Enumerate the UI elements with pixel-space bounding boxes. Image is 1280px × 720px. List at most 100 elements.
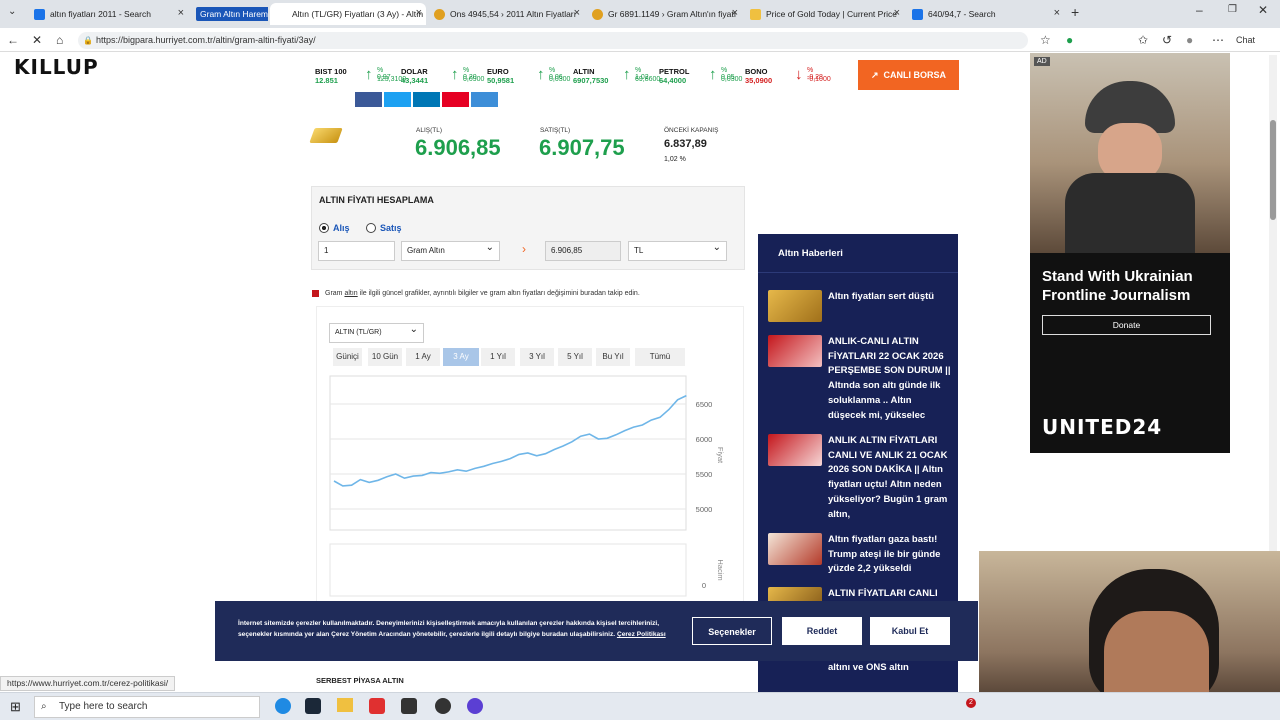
- accept-button[interactable]: Kabul Et: [870, 617, 950, 645]
- folder-icon[interactable]: [337, 698, 353, 712]
- chart-tab[interactable]: 5 Yıl: [558, 348, 592, 366]
- chart-instrument-select[interactable]: ALTIN (TL/GR): [329, 321, 424, 343]
- news-thumb[interactable]: [768, 290, 822, 322]
- news-item[interactable]: ANLIK-CANLI ALTIN FİYATLARI 22 OCAK 2026…: [828, 335, 952, 423]
- new-tab-icon[interactable]: +: [1071, 4, 1079, 20]
- edge-icon[interactable]: [275, 698, 291, 714]
- ticker-change: -0,1000: [807, 76, 831, 83]
- url-field[interactable]: 🔒 https://bigpara.hurriyet.com.tr/altin/g…: [78, 32, 1028, 49]
- back-icon[interactable]: ←: [7, 33, 19, 47]
- currency-select[interactable]: TL: [628, 239, 727, 261]
- radio-alis[interactable]: Alış: [319, 223, 350, 233]
- canli-borsa-button[interactable]: ↗ CANLI BORSA: [858, 60, 959, 90]
- app-icon[interactable]: [369, 698, 385, 714]
- chart-tab[interactable]: Bu Yıl: [596, 348, 630, 366]
- onceki-price: 6.837,89: [664, 138, 707, 150]
- gold-icon: [434, 8, 445, 20]
- reject-button[interactable]: Reddet: [782, 617, 862, 645]
- close-icon[interactable]: ×: [574, 7, 580, 19]
- news-thumb[interactable]: [768, 533, 822, 565]
- tab-0[interactable]: altın fiyatları 2011 - Search ×: [28, 3, 188, 25]
- taskbar-search-input[interactable]: ⌕ Type here to search: [34, 696, 260, 718]
- menu-icon[interactable]: ⋯: [1212, 33, 1224, 47]
- notification-badge[interactable]: 2: [966, 698, 976, 708]
- tab-4[interactable]: Gr 6891.1149 › Gram Altın'ın fiyatı ×: [586, 3, 742, 25]
- gold-type-select[interactable]: Gram Altın: [401, 239, 500, 261]
- close-icon[interactable]: ×: [416, 7, 422, 19]
- minimize-icon[interactable]: –: [1196, 3, 1203, 17]
- trend-icon: ↗: [870, 69, 879, 80]
- news-item[interactable]: ANLIK ALTIN FİYATLARI CANLI VE ANLIK 21 …: [828, 434, 952, 522]
- chat-button[interactable]: Chat: [1236, 35, 1255, 45]
- profile-icon[interactable]: ●: [1186, 33, 1193, 47]
- ticker-item[interactable]: ALTIN 6907,7530 ↑ % 1,02 69,8600: [569, 58, 660, 94]
- close-icon[interactable]: ×: [1054, 7, 1060, 19]
- ad-brand-logo: UNITED24: [1042, 415, 1163, 439]
- steam-icon[interactable]: [305, 698, 321, 714]
- scrollbar-thumb[interactable]: [1270, 120, 1276, 220]
- tab-list-icon[interactable]: ⌄: [8, 6, 16, 17]
- price-line: [333, 394, 687, 487]
- tab-2-active[interactable]: Altın (TL/GR) Fiyatları (3 Ay) - Altın ×: [270, 3, 426, 25]
- share-icon[interactable]: [471, 92, 498, 107]
- ticker-item[interactable]: BIST 100 12.851 ↑ % 0,97 123,3100: [311, 58, 406, 94]
- chart-tab[interactable]: 3 Yıl: [520, 348, 554, 366]
- favorites-icon[interactable]: ✩: [1138, 33, 1148, 47]
- news-item[interactable]: Altın fiyatları sert düştü: [828, 290, 952, 305]
- ad-badge: AD: [1034, 57, 1050, 66]
- stop-loading-icon[interactable]: ✕: [32, 33, 42, 47]
- quantity-input[interactable]: 1: [318, 241, 395, 261]
- twitter-icon[interactable]: [384, 92, 411, 107]
- windows-taskbar: ⊞ ⌕ Type here to search 2: [0, 692, 1280, 720]
- news-thumb[interactable]: [768, 434, 822, 466]
- serbest-piyasa-label: SERBEST PİYASA ALTIN: [316, 676, 404, 685]
- tab-1[interactable]: Gram Altın Harem: [190, 3, 268, 25]
- cookie-policy-link[interactable]: Çerez Politikası: [617, 631, 666, 638]
- ticker-item[interactable]: BONO 35,0900 ↓ % -0,28 -0,1000: [741, 58, 831, 94]
- gold-calculator: ALTIN FİYATI HESAPLAMA Alış Satış 1 Gram…: [311, 186, 745, 270]
- favorite-icon[interactable]: ☆: [1040, 33, 1051, 47]
- app-icon[interactable]: [401, 698, 417, 714]
- maximize-icon[interactable]: ❐: [1228, 4, 1237, 15]
- news-item[interactable]: ALTIN FİYATLARI CANLI: [828, 587, 952, 602]
- ticker-item[interactable]: EURO 50,9581 ↑ % 0,06 0,0300: [483, 58, 570, 94]
- chart-tab[interactable]: 10 Gün: [368, 348, 402, 366]
- app-icon[interactable]: [435, 698, 451, 714]
- tab-3[interactable]: Ons 4945,54 › 2011 Altın Fiyatları ×: [428, 3, 584, 25]
- news-item[interactable]: altını ve ONS altın: [828, 661, 952, 676]
- chart-tab[interactable]: 1 Yıl: [481, 348, 515, 366]
- close-icon[interactable]: ×: [894, 7, 900, 19]
- extension-icon[interactable]: ●: [1066, 33, 1073, 47]
- altin-link[interactable]: altın: [344, 290, 357, 297]
- chart-tab[interactable]: Tümü: [635, 348, 685, 366]
- facebook-icon[interactable]: [355, 92, 382, 107]
- window-close-icon[interactable]: ✕: [1258, 3, 1268, 17]
- arrow-down-icon: ↓: [795, 66, 803, 83]
- close-icon[interactable]: ×: [732, 7, 738, 19]
- options-button[interactable]: Seçenekler: [692, 617, 772, 645]
- pinterest-icon[interactable]: [442, 92, 469, 107]
- close-icon[interactable]: ×: [178, 7, 184, 19]
- lock-icon: 🔒: [83, 36, 93, 45]
- linkedin-icon[interactable]: [413, 92, 440, 107]
- radio-satis[interactable]: Satış: [366, 223, 402, 233]
- tab-6[interactable]: 640/94,7 - Search ×: [906, 3, 1064, 25]
- windows-start-icon[interactable]: ⊞: [10, 699, 21, 715]
- tab-5[interactable]: Price of Gold Today | Current Price ×: [744, 3, 904, 25]
- app-icon[interactable]: [467, 698, 483, 714]
- ad-banner[interactable]: AD Stand With Ukrainian Frontline Journa…: [1030, 53, 1230, 453]
- chart-tab[interactable]: 3 Ay: [443, 348, 479, 366]
- news-item[interactable]: Altın fiyatları gaza bastı! Trump ateşi …: [828, 533, 952, 577]
- chart-tab[interactable]: 1 Ay: [406, 348, 440, 366]
- home-icon[interactable]: ⌂: [56, 33, 63, 47]
- ticker-item[interactable]: DOLAR 43,3441 ↑ % 0,20 0,0900: [397, 58, 484, 94]
- donate-button[interactable]: Donate: [1042, 315, 1211, 335]
- y-axis-label: Fiyat: [716, 447, 725, 464]
- ticker-item[interactable]: PETROL 64,4000 ↑ % 0,05 0,0300: [655, 58, 742, 94]
- ticker-name: PETROL: [659, 67, 690, 76]
- news-thumb[interactable]: [768, 335, 822, 367]
- history-icon[interactable]: ↺: [1162, 33, 1172, 47]
- ticker-value: 12.851: [315, 76, 338, 85]
- site-logo[interactable]: KILLUP: [14, 55, 99, 79]
- chart-tab[interactable]: Güniçi: [333, 348, 362, 366]
